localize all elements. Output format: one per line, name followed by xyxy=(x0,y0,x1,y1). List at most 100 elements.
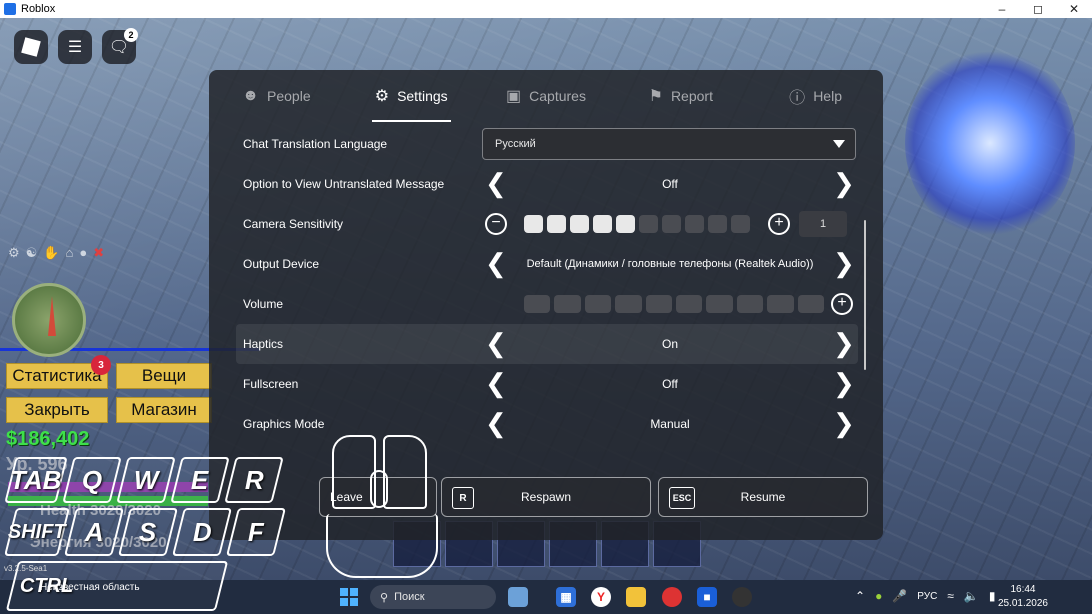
menu-footer: Leave R Respawn ESC Resume xyxy=(209,477,883,517)
avatar-icon[interactable]: ● xyxy=(79,245,87,261)
chevron-left-icon[interactable]: ❮ xyxy=(485,368,507,398)
slider-segment[interactable] xyxy=(731,215,750,233)
slider-segment[interactable] xyxy=(645,295,672,313)
respawn-button[interactable]: R Respawn xyxy=(441,477,651,517)
slider-segment[interactable] xyxy=(524,295,551,313)
slider-segment[interactable] xyxy=(662,215,681,233)
chevron-right-icon[interactable]: ❯ xyxy=(833,328,855,358)
tab-people[interactable]: ☻ People xyxy=(209,70,344,122)
slider-segment[interactable] xyxy=(570,215,589,233)
setting-fullscreen: Fullscreen ❮ Off ❯ xyxy=(243,368,855,398)
tab-settings[interactable]: ⚙ Settings xyxy=(344,70,479,122)
emote-icon[interactable]: ✋ xyxy=(43,245,59,261)
resume-key-hint: ESC xyxy=(669,487,695,509)
setting-untranslated-message: Option to View Untranslated Message ❮ Of… xyxy=(243,168,855,198)
slider-segment[interactable] xyxy=(676,295,703,313)
language-indicator[interactable]: РУС xyxy=(917,591,937,602)
chevron-left-icon[interactable]: ❮ xyxy=(485,248,507,278)
shop-button[interactable]: Магазин xyxy=(116,397,212,423)
slider-segment[interactable] xyxy=(706,295,733,313)
tab-captures[interactable]: ▣ Captures xyxy=(479,70,614,122)
search-icon: ⚲ xyxy=(380,591,389,604)
store-icon[interactable]: ▦ xyxy=(556,587,576,607)
slider-segment[interactable] xyxy=(616,215,635,233)
chrome-icon[interactable] xyxy=(662,587,682,607)
slider-segment[interactable] xyxy=(708,215,727,233)
close-icon[interactable]: ✕ xyxy=(1056,2,1092,16)
slider-segment[interactable] xyxy=(615,295,642,313)
minus-icon[interactable]: − xyxy=(485,213,507,235)
blue-energy-effect xyxy=(905,48,1075,238)
slider-segment[interactable] xyxy=(797,295,824,313)
hamburger-menu-button[interactable]: ☰ xyxy=(58,30,92,64)
slider-segment[interactable] xyxy=(593,215,612,233)
close-menu-button[interactable]: Закрыть xyxy=(6,397,108,423)
compass[interactable] xyxy=(12,283,86,357)
mouse-right-button xyxy=(383,435,427,509)
tab-report[interactable]: ⚑ Report xyxy=(613,70,748,122)
hud-mini-icons: ⚙ ☯ ✋ ⌂ ● ✖ xyxy=(8,245,104,261)
slider-segment[interactable] xyxy=(685,215,704,233)
chevron-down-icon xyxy=(833,140,845,148)
file-explorer-icon[interactable] xyxy=(626,587,646,607)
chat-button[interactable]: 🗨 2 xyxy=(102,28,138,64)
gear-icon: ⚙ xyxy=(374,88,390,105)
yandex-browser-icon[interactable]: Y xyxy=(591,587,611,607)
stats-badge: 3 xyxy=(91,355,111,375)
gear-icon[interactable]: ⚙ xyxy=(8,245,20,261)
game-version: v3.2.5-Sea1 xyxy=(4,564,48,573)
camera-sensitivity-input[interactable]: 1 xyxy=(799,211,847,237)
chevron-left-icon[interactable]: ❮ xyxy=(485,168,507,198)
setting-haptics: Haptics ❮ On ❯ xyxy=(236,324,858,364)
chevron-right-icon[interactable]: ❯ xyxy=(833,168,855,198)
chevron-right-icon[interactable]: ❯ xyxy=(833,368,855,398)
chevron-up-icon[interactable]: ⌃ xyxy=(855,589,865,603)
slider-segment[interactable] xyxy=(767,295,794,313)
roblox-menu-button[interactable] xyxy=(14,30,48,64)
hamburger-icon: ☰ xyxy=(67,39,83,56)
chat-badge: 2 xyxy=(124,28,138,42)
people-icon: ☻ xyxy=(242,87,260,104)
slider-segment[interactable] xyxy=(554,295,581,313)
resume-button[interactable]: ESC Resume xyxy=(658,477,868,517)
widget-icon[interactable] xyxy=(508,587,528,607)
location-label: Неизвестная область xyxy=(40,582,140,593)
minimize-icon[interactable]: – xyxy=(984,2,1020,16)
plus-icon[interactable]: + xyxy=(768,213,790,235)
plus-icon[interactable]: + xyxy=(831,293,853,315)
slider-segment[interactable] xyxy=(736,295,764,313)
chevron-right-icon[interactable]: ❯ xyxy=(833,248,855,278)
chevron-left-icon[interactable]: ❮ xyxy=(485,328,507,358)
window-titlebar: Roblox – ◻ ✕ xyxy=(0,0,1092,18)
steam-icon[interactable] xyxy=(732,587,752,607)
speaker-icon[interactable]: 🔈 xyxy=(964,589,979,603)
windows-start-icon[interactable] xyxy=(340,588,358,606)
tab-help[interactable]: ⓘ Help xyxy=(748,70,883,122)
home-icon[interactable]: ⌂ xyxy=(66,245,74,261)
wifi-icon[interactable]: ≈ xyxy=(947,589,954,603)
slider-segment[interactable] xyxy=(524,215,543,233)
chevron-right-icon[interactable]: ❯ xyxy=(833,408,855,438)
taskbar-search[interactable]: ⚲ Поиск xyxy=(370,585,496,609)
items-button[interactable]: Вещи xyxy=(116,363,212,389)
maximize-icon[interactable]: ◻ xyxy=(1020,2,1056,16)
settings-scrollbar[interactable] xyxy=(864,220,866,370)
chevron-left-icon[interactable]: ❮ xyxy=(485,408,507,438)
app-tray-icon[interactable]: ● xyxy=(875,589,882,603)
setting-volume: Volume + xyxy=(236,284,858,324)
microphone-icon[interactable]: 🎤 xyxy=(892,589,907,603)
crew-icon[interactable]: ☯ xyxy=(26,245,38,261)
slider-segment[interactable] xyxy=(639,215,658,233)
taskbar-clock[interactable]: 16:44 25.01.2026 xyxy=(998,583,1048,611)
flag-icon: ⚑ xyxy=(648,88,663,105)
pvp-disabled-icon[interactable]: ✖ xyxy=(93,245,104,261)
chat-translation-dropdown[interactable]: Русский xyxy=(482,128,856,160)
slider-segment[interactable] xyxy=(584,295,612,313)
settings-panel: ☻ People ⚙ Settings ▣ Captures ⚑ Report ⓘ Hel… xyxy=(209,70,883,540)
battery-icon[interactable]: ▮ xyxy=(989,589,996,603)
settings-list: Chat Translation Language Русский Option… xyxy=(236,124,858,460)
slider-segment[interactable] xyxy=(547,215,566,233)
money-display: $186,402 xyxy=(6,428,90,450)
roblox-taskbar-icon[interactable]: ■ xyxy=(697,587,717,607)
setting-chat-translation: Chat Translation Language Русский xyxy=(236,124,858,164)
